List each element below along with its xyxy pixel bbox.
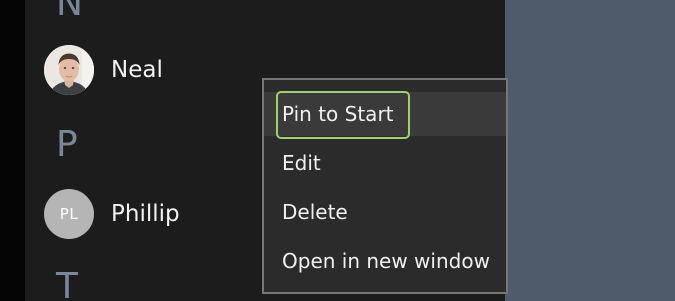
group-header-n[interactable]: N bbox=[56, 0, 83, 22]
app-left-strip bbox=[0, 0, 25, 301]
context-menu: Pin to Start Edit Delete Open in new win… bbox=[262, 78, 508, 294]
contact-name: Phillip bbox=[111, 201, 180, 227]
avatar-initials: PL bbox=[59, 205, 79, 223]
avatar: PL bbox=[44, 189, 94, 239]
contact-item-neal[interactable]: Neal bbox=[44, 45, 163, 95]
menu-item-open-in-new-window[interactable]: Open in new window bbox=[264, 239, 506, 283]
person-photo-icon bbox=[44, 45, 94, 95]
avatar bbox=[44, 45, 94, 95]
detail-pane bbox=[505, 0, 675, 301]
group-header-p[interactable]: P bbox=[56, 127, 78, 163]
contact-item-phillip[interactable]: PL Phillip bbox=[44, 189, 180, 239]
keyboard-focus-ring bbox=[276, 91, 410, 139]
contact-name: Neal bbox=[111, 57, 163, 83]
menu-item-delete[interactable]: Delete bbox=[264, 190, 506, 234]
group-header-t[interactable]: T bbox=[56, 269, 78, 301]
people-app-screen: N P T Neal PL Phillip Pin to Start Edit … bbox=[0, 0, 675, 301]
menu-item-edit[interactable]: Edit bbox=[264, 141, 506, 185]
